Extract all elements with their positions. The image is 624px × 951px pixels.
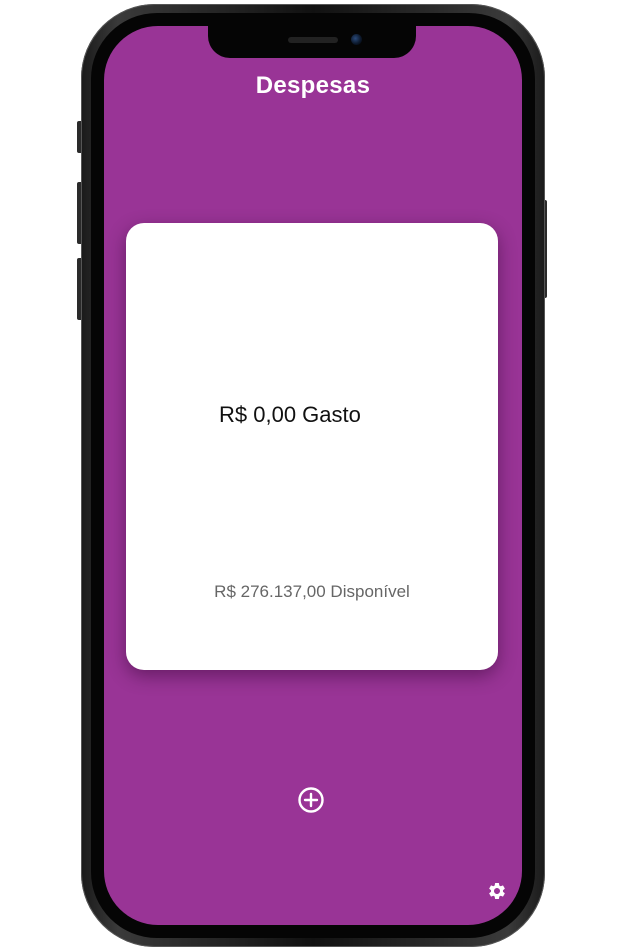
plus-circle-icon bbox=[298, 787, 324, 813]
budget-card bbox=[126, 223, 498, 670]
earpiece-speaker bbox=[288, 37, 338, 43]
device-mockup: Despesas R$ 0,00 Gasto R$ 276.137,00 Dis… bbox=[0, 0, 624, 951]
spent-amount: R$ 0,00 Gasto bbox=[219, 402, 361, 427]
settings-button[interactable] bbox=[487, 881, 507, 901]
gear-icon bbox=[489, 883, 505, 899]
page-title: Despesas bbox=[255, 72, 371, 99]
available-amount: R$ 276.137,00 Disponível bbox=[214, 582, 410, 601]
add-expense-button[interactable] bbox=[297, 786, 325, 814]
front-camera bbox=[351, 34, 362, 45]
